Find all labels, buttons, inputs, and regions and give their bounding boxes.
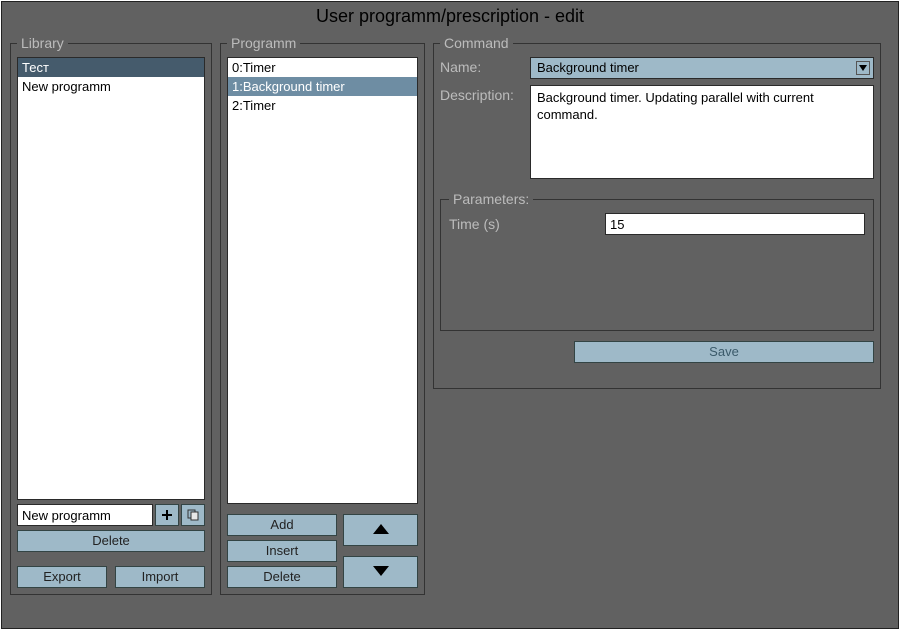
- command-name-label: Name:: [440, 57, 524, 75]
- programm-move-down-button[interactable]: [343, 556, 418, 588]
- export-button[interactable]: Export: [17, 566, 107, 588]
- programm-item[interactable]: 1:Background timer: [228, 77, 417, 96]
- copy-icon: [187, 509, 199, 521]
- library-group: Library Тест New programm: [10, 35, 212, 595]
- import-button[interactable]: Import: [115, 566, 205, 588]
- triangle-up-icon: [373, 523, 389, 537]
- window-title: User programm/prescription - edit: [2, 2, 898, 33]
- programm-legend: Programm: [227, 35, 300, 51]
- command-legend: Command: [440, 35, 513, 51]
- triangle-down-icon: [373, 565, 389, 579]
- library-item[interactable]: New programm: [18, 77, 204, 96]
- command-name-select[interactable]: Background timer: [530, 57, 874, 79]
- programm-move-up-button[interactable]: [343, 514, 418, 546]
- copy-program-button[interactable]: [181, 504, 205, 526]
- new-program-input[interactable]: [17, 504, 153, 526]
- app-window: User programm/prescription - edit Librar…: [1, 1, 899, 629]
- parameters-group: Parameters: Time (s): [440, 191, 874, 331]
- param-time-input[interactable]: [605, 213, 865, 235]
- programm-insert-button[interactable]: Insert: [227, 540, 337, 562]
- programm-group: Programm 0:Timer 1:Background timer 2:Ti…: [220, 35, 425, 595]
- programm-item[interactable]: 0:Timer: [228, 58, 417, 77]
- library-item[interactable]: Тест: [18, 58, 204, 77]
- command-description-box[interactable]: Background timer. Updating parallel with…: [530, 85, 874, 179]
- library-delete-button[interactable]: Delete: [17, 530, 205, 552]
- chevron-down-icon: [856, 61, 870, 75]
- param-time-label: Time (s): [449, 216, 605, 232]
- programm-delete-button[interactable]: Delete: [227, 566, 337, 588]
- programm-listbox[interactable]: 0:Timer 1:Background timer 2:Timer: [227, 57, 418, 504]
- add-program-button[interactable]: [155, 504, 179, 526]
- save-button[interactable]: Save: [574, 341, 874, 363]
- plus-icon: [162, 510, 172, 520]
- content-area: Library Тест New programm: [2, 33, 898, 603]
- parameters-legend: Parameters:: [449, 191, 533, 207]
- programm-add-button[interactable]: Add: [227, 514, 337, 536]
- command-name-value: Background timer: [537, 60, 639, 75]
- programm-item[interactable]: 2:Timer: [228, 96, 417, 115]
- library-legend: Library: [17, 35, 68, 51]
- library-listbox[interactable]: Тест New programm: [17, 57, 205, 500]
- command-description-label: Description:: [440, 85, 524, 103]
- command-group: Command Name: Background timer Descripti…: [433, 35, 881, 389]
